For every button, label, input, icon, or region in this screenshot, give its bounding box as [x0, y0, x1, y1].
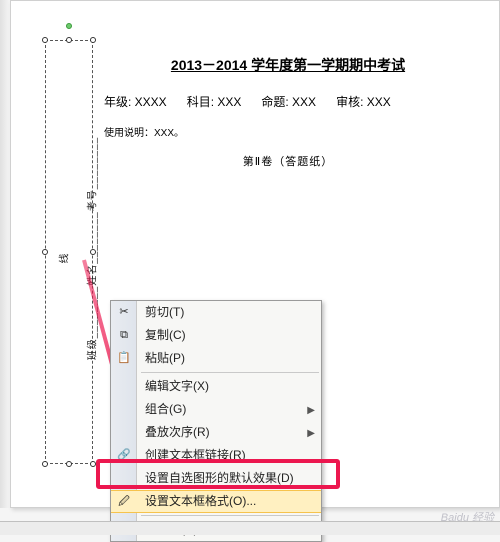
rotate-handle-icon[interactable]	[66, 23, 72, 29]
chevron-right-icon: ▶	[307, 425, 315, 442]
menu-separator	[141, 515, 319, 516]
grade-label: 年级: XXXX	[104, 93, 167, 110]
format-icon: 🖉	[116, 494, 132, 510]
vertical-labels: 班级________姓名________考号________	[84, 59, 99, 439]
resize-handle[interactable]	[42, 249, 48, 255]
page-shadow	[0, 0, 10, 508]
vertical-textbox[interactable]: 线 班级________姓名________考号________	[45, 40, 93, 464]
link-icon: 🔗	[116, 447, 132, 463]
resize-handle[interactable]	[90, 461, 96, 467]
menu-label: 剪切(T)	[145, 305, 184, 319]
paste-icon: 📋	[116, 350, 132, 366]
menu-cut[interactable]: ✂ 剪切(T)	[111, 301, 321, 324]
exam-title: 2013－2014 学年度第一学期期中考试	[100, 55, 476, 75]
menu-label: 复制(C)	[145, 328, 186, 342]
menu-copy[interactable]: ⧉ 复制(C)	[111, 324, 321, 347]
resize-handle[interactable]	[66, 461, 72, 467]
resize-handle[interactable]	[42, 37, 48, 43]
instruction-text: 使用说明：XXX。	[100, 124, 476, 139]
copy-icon: ⧉	[116, 327, 132, 343]
setter-label: 命题: XXX	[261, 93, 316, 110]
reviewer-label: 审核: XXX	[336, 93, 391, 110]
menu-label: 粘贴(P)	[145, 351, 185, 365]
menu-edit-text[interactable]: 编辑文字(X)	[111, 375, 321, 398]
menu-group[interactable]: 组合(G) ▶	[111, 398, 321, 421]
menu-order[interactable]: 叠放次序(R) ▶	[111, 421, 321, 444]
menu-label: 编辑文字(X)	[145, 379, 209, 393]
menu-label: 设置文本框格式(O)...	[145, 494, 256, 508]
side-line-text: 线	[56, 254, 71, 264]
menu-label: 组合(G)	[145, 402, 186, 416]
menu-set-autoshape-default[interactable]: 设置自选图形的默认效果(D)	[111, 467, 321, 490]
resize-handle[interactable]	[66, 37, 72, 43]
menu-label: 设置自选图形的默认效果(D)	[145, 471, 294, 485]
menu-create-textbox-link[interactable]: 🔗 创建文本框链接(R)	[111, 444, 321, 467]
section-text: 第Ⅱ卷（答题纸）	[100, 153, 476, 169]
menu-label: 叠放次序(R)	[145, 425, 210, 439]
menu-paste[interactable]: 📋 粘贴(P)	[111, 347, 321, 370]
resize-handle[interactable]	[42, 461, 48, 467]
document-content: 2013－2014 学年度第一学期期中考试 年级: XXXX 科目: XXX 命…	[100, 55, 476, 175]
resize-handle[interactable]	[90, 37, 96, 43]
menu-separator	[141, 372, 319, 373]
menu-format-textbox[interactable]: 🖉 设置文本框格式(O)...	[111, 490, 321, 513]
menu-label: 创建文本框链接(R)	[145, 448, 246, 462]
chevron-right-icon: ▶	[307, 402, 315, 419]
context-menu: ✂ 剪切(T) ⧉ 复制(C) 📋 粘贴(P) 编辑文字(X) 组合(G) ▶ …	[110, 300, 322, 542]
subject-label: 科目: XXX	[187, 93, 242, 110]
scrollbar-area[interactable]	[0, 521, 500, 535]
exam-meta-row: 年级: XXXX 科目: XXX 命题: XXX 审核: XXX	[100, 93, 476, 110]
scissors-icon: ✂	[116, 304, 132, 320]
